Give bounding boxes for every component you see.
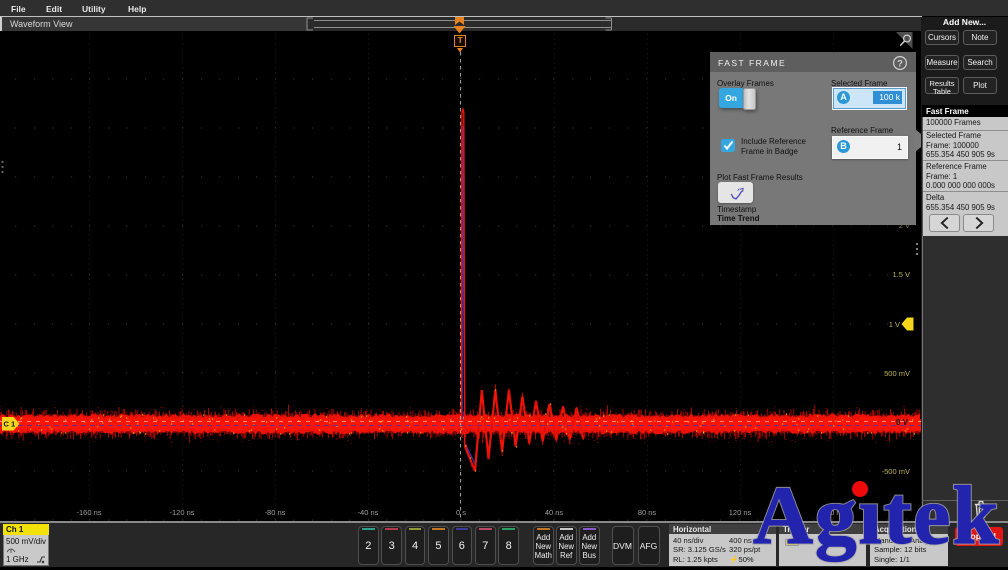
svg-text:-120 ns: -120 ns — [169, 508, 194, 517]
svg-text:?: ? — [897, 58, 903, 69]
svg-text:120 ns: 120 ns — [729, 508, 752, 517]
svg-text:C 1: C 1 — [4, 420, 16, 429]
svg-text:-160 ns: -160 ns — [76, 508, 101, 517]
svg-text:500 mV: 500 mV — [884, 369, 910, 378]
svg-text:1.5 V: 1.5 V — [892, 270, 910, 279]
svg-text:40 ns: 40 ns — [545, 508, 564, 517]
svg-text:1 V: 1 V — [889, 320, 900, 329]
svg-text:0 s: 0 s — [456, 508, 466, 517]
svg-text:-40 ns: -40 ns — [358, 508, 379, 517]
svg-text:-80 ns: -80 ns — [265, 508, 286, 517]
svg-text:80 ns: 80 ns — [638, 508, 657, 517]
